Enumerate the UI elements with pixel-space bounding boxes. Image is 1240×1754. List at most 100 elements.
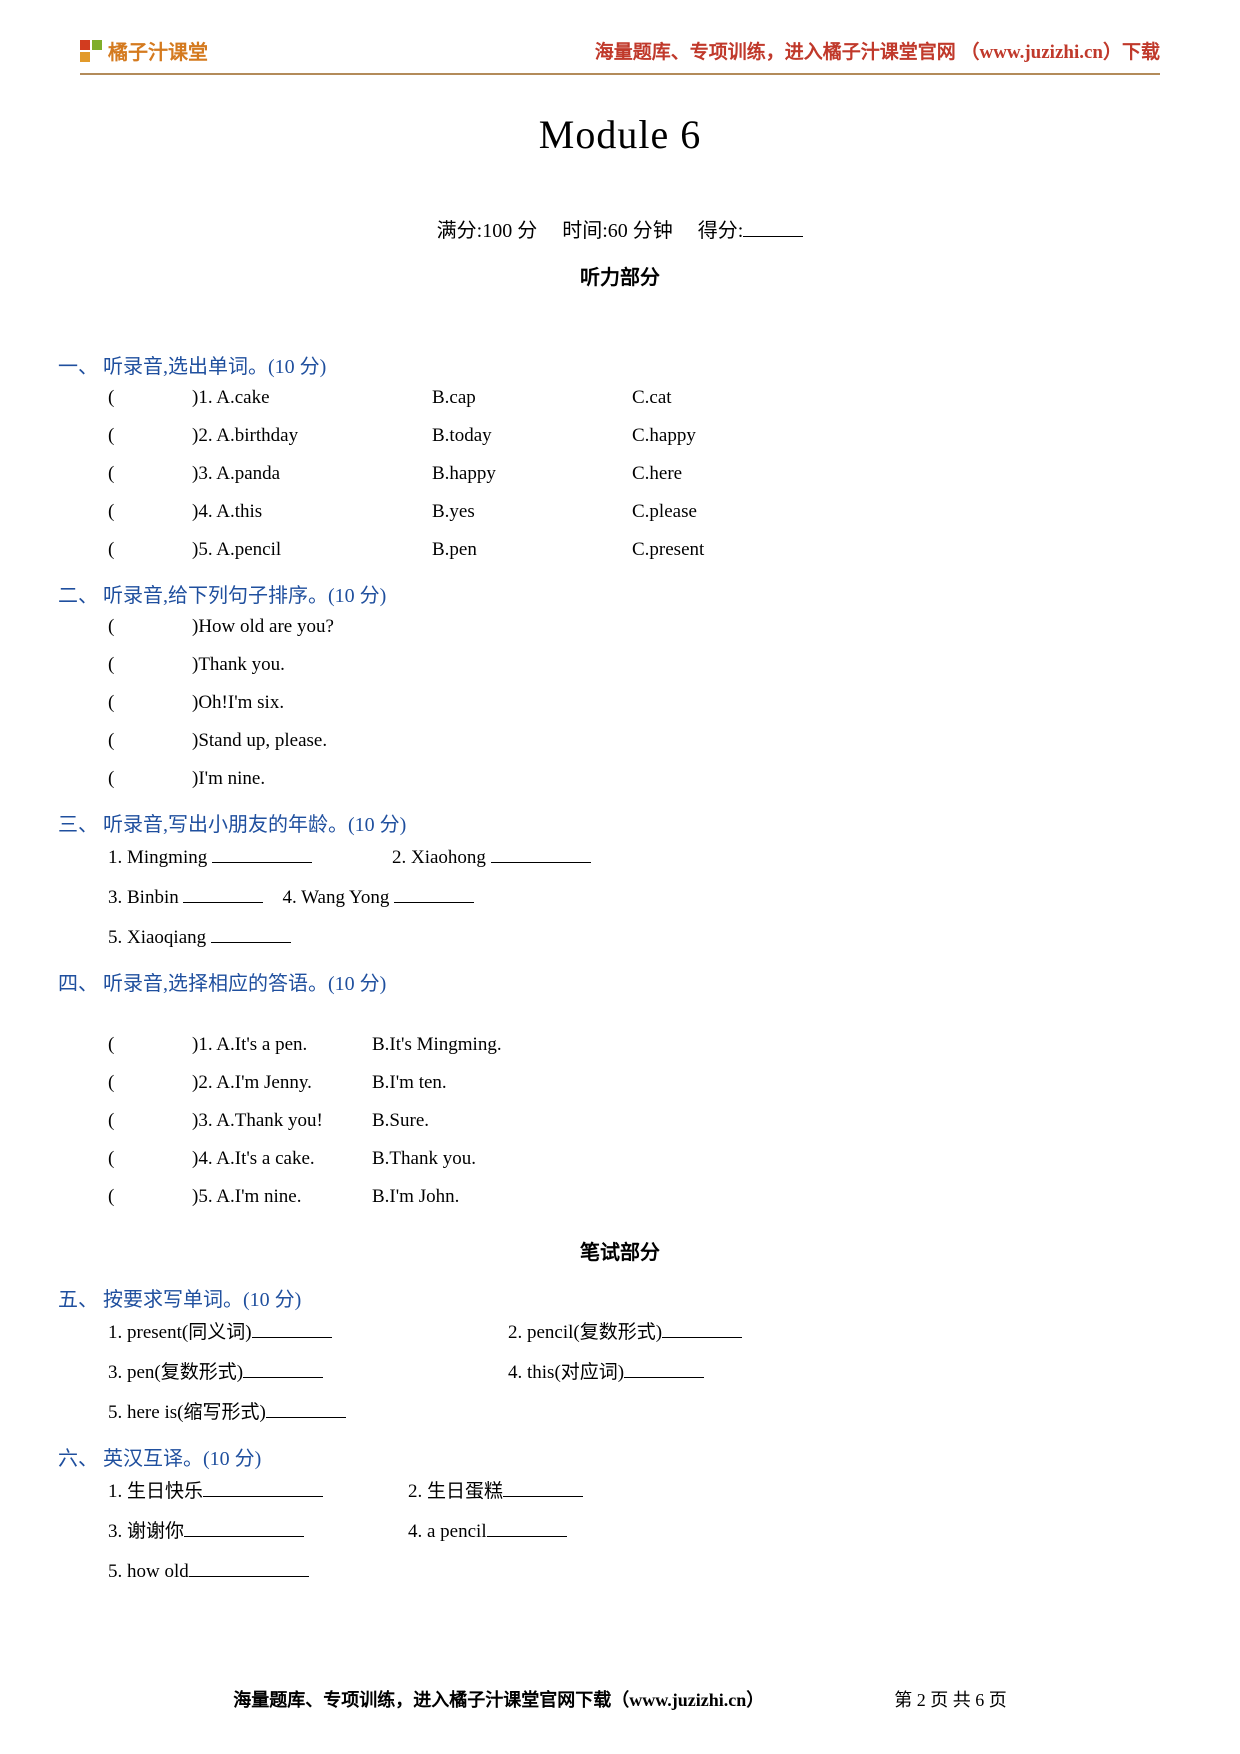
score-label: 得分:	[698, 220, 744, 242]
q5-b: B.pen	[432, 531, 632, 569]
logo-text: 橘子汁课堂	[108, 36, 208, 65]
s4-1b: B.It's Mingming.	[372, 1026, 502, 1064]
s6-2: 2. 生日蛋糕	[408, 1481, 503, 1502]
s5-1: 1. present(同义词)	[108, 1322, 252, 1343]
blank[interactable]	[203, 1480, 323, 1497]
q5-c: C.present	[632, 531, 704, 569]
footer-text: 海量题库、专项训练，进入橘子汁课堂官网下载（www.juzizhi.cn）	[233, 1686, 764, 1712]
s2-item3: )Oh!I'm six.	[192, 684, 284, 722]
s6-3: 3. 谢谢你	[108, 1521, 184, 1542]
s6-1: 1. 生日快乐	[108, 1481, 203, 1502]
listening-label: 听力部分	[80, 261, 1160, 290]
q3-c: C.here	[632, 455, 682, 493]
s4-2b: B.I'm ten.	[372, 1064, 447, 1102]
module-title: Module 6	[80, 111, 1160, 158]
s3-4: 4. Wang Yong	[282, 887, 389, 908]
time-label: 时间:	[562, 220, 608, 242]
blank[interactable]	[212, 846, 312, 863]
blank[interactable]	[184, 1520, 304, 1537]
s4-4a: )4. A.It's a cake.	[192, 1140, 372, 1178]
paren[interactable]: (	[108, 1140, 192, 1178]
q1-c: C.cat	[632, 379, 672, 417]
paren[interactable]: (	[108, 760, 192, 798]
blank[interactable]	[491, 846, 591, 863]
s4-5a: )5. A.I'm nine.	[192, 1178, 372, 1216]
logo: 橘子汁课堂	[80, 36, 208, 65]
s4-5b: B.I'm John.	[372, 1178, 459, 1216]
blank[interactable]	[183, 886, 263, 903]
s5-2: 2. pencil(复数形式)	[508, 1322, 662, 1343]
q1-a: )1. A.cake	[192, 379, 432, 417]
q3-a: )3. A.panda	[192, 455, 432, 493]
paren[interactable]: (	[108, 379, 192, 417]
page-header: 橘子汁课堂 海量题库、专项训练，进入橘子汁课堂官网 （www.juzizhi.c…	[80, 36, 1160, 75]
q2-c: C.happy	[632, 417, 696, 455]
paren[interactable]: (	[108, 531, 192, 569]
paren[interactable]: (	[108, 1178, 192, 1216]
header-right-text: 海量题库、专项训练，进入橘子汁课堂官网 （www.juzizhi.cn）下载	[595, 37, 1160, 64]
q1-b: B.cap	[432, 379, 632, 417]
s2-item2: )Thank you.	[192, 646, 285, 684]
blank[interactable]	[211, 926, 291, 943]
s6-5: 5. how old	[108, 1561, 189, 1582]
score-blank[interactable]	[743, 217, 803, 237]
paren[interactable]: (	[108, 1102, 192, 1140]
page-footer: 海量题库、专项训练，进入橘子汁课堂官网下载（www.juzizhi.cn） 第 …	[0, 1686, 1240, 1712]
section3-heading: 三、 听录音,写出小朋友的年龄。(10 分)	[58, 808, 1160, 837]
blank[interactable]	[662, 1321, 742, 1338]
paren[interactable]: (	[108, 493, 192, 531]
section5-heading: 五、 按要求写单词。(10 分)	[58, 1283, 1160, 1312]
paren[interactable]: (	[108, 1064, 192, 1102]
s4-3b: B.Sure.	[372, 1102, 429, 1140]
q5-a: )5. A.pencil	[192, 531, 432, 569]
paren[interactable]: (	[108, 455, 192, 493]
section1-heading: 一、 听录音,选出单词。(10 分)	[58, 350, 1160, 379]
section6-content: 1. 生日快乐 2. 生日蛋糕 3. 谢谢你 4. a pencil 5. ho…	[108, 1473, 1160, 1591]
blank[interactable]	[243, 1361, 323, 1378]
s6-4: 4. a pencil	[408, 1521, 487, 1542]
blank[interactable]	[394, 886, 474, 903]
paren[interactable]: (	[108, 608, 192, 646]
s4-2a: )2. A.I'm Jenny.	[192, 1064, 372, 1102]
blank[interactable]	[266, 1401, 346, 1418]
blank[interactable]	[252, 1321, 332, 1338]
time-value: 60 分钟	[608, 220, 673, 242]
paren[interactable]: (	[108, 684, 192, 722]
blank[interactable]	[624, 1361, 704, 1378]
section2-heading: 二、 听录音,给下列句子排序。(10 分)	[58, 579, 1160, 608]
section2-content: ()How old are you? ()Thank you. ()Oh!I'm…	[108, 608, 1160, 798]
blank[interactable]	[487, 1520, 567, 1537]
blank[interactable]	[503, 1480, 583, 1497]
q4-a: )4. A.this	[192, 493, 432, 531]
section4-heading: 四、 听录音,选择相应的答语。(10 分)	[58, 967, 1160, 996]
paren[interactable]: (	[108, 1026, 192, 1064]
s3-5: 5. Xiaoqiang	[108, 927, 206, 948]
q2-b: B.today	[432, 417, 632, 455]
page-number: 第 2 页 共 6 页	[894, 1686, 1007, 1712]
s4-3a: )3. A.Thank you!	[192, 1102, 372, 1140]
paren[interactable]: (	[108, 417, 192, 455]
s2-item1: )How old are you?	[192, 608, 334, 646]
exam-info: 满分:100 分 时间:60 分钟 得分:	[80, 214, 1160, 243]
s5-4: 4. this(对应词)	[508, 1362, 624, 1383]
s2-item5: )I'm nine.	[192, 760, 265, 798]
section6-heading: 六、 英汉互译。(10 分)	[58, 1442, 1160, 1471]
s5-5: 5. here is(缩写形式)	[108, 1402, 266, 1423]
s4-4b: B.Thank you.	[372, 1140, 476, 1178]
s5-3: 3. pen(复数形式)	[108, 1362, 243, 1383]
full-label: 满分:	[437, 220, 483, 242]
q4-b: B.yes	[432, 493, 632, 531]
s2-item4: )Stand up, please.	[192, 722, 327, 760]
paren[interactable]: (	[108, 646, 192, 684]
paren[interactable]: (	[108, 722, 192, 760]
blank[interactable]	[189, 1560, 309, 1577]
s3-2: 2. Xiaohong	[392, 847, 486, 868]
section1-content: ()1. A.cakeB.capC.cat ()2. A.birthdayB.t…	[108, 379, 1160, 569]
q2-a: )2. A.birthday	[192, 417, 432, 455]
section4-content: ()1. A.It's a pen.B.It's Mingming. ()2. …	[108, 1026, 1160, 1216]
s4-1a: )1. A.It's a pen.	[192, 1026, 372, 1064]
s3-1: 1. Mingming	[108, 847, 207, 868]
q4-c: C.please	[632, 493, 697, 531]
q3-b: B.happy	[432, 455, 632, 493]
logo-icon	[80, 40, 102, 62]
